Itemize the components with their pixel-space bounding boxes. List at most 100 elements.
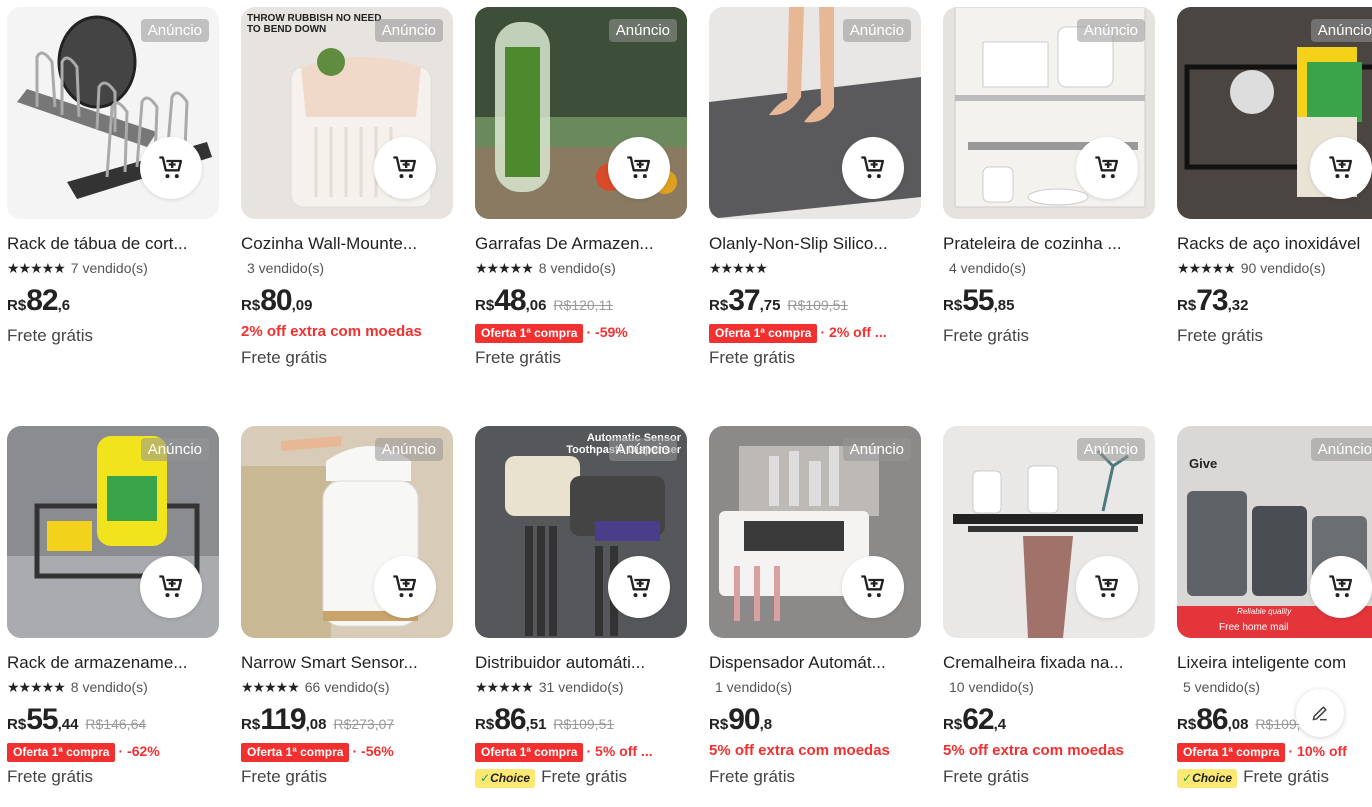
add-to-cart-button[interactable]: [1310, 137, 1372, 199]
price: R$48,06 R$120,11: [475, 284, 687, 317]
product-image[interactable]: THROW RUBBISH NO NEED TO BEND DOWN Anúnc…: [241, 7, 453, 219]
price-decimal: ,8: [759, 716, 773, 733]
free-shipping: Frete grátis: [709, 348, 795, 367]
add-to-cart-icon: [627, 156, 651, 179]
first-purchase-offer: Oferta 1ª compra · -59%: [475, 322, 687, 343]
product-card[interactable]: Anúncio Racks de aço inoxidável ★★★★★ 90 …: [1177, 7, 1372, 346]
discount-value: 5% off ...: [595, 743, 653, 759]
add-to-cart-button[interactable]: [374, 137, 436, 199]
product-title[interactable]: Garrafas De Armazen...: [475, 233, 685, 255]
free-shipping: Frete grátis: [241, 767, 327, 786]
rating-stars: ★★★★★: [475, 260, 534, 276]
product-card[interactable]: Anúncio Olanly-Non-Slip Silico... ★★★★★ …: [709, 7, 921, 368]
product-image[interactable]: Anúncio: [1177, 7, 1372, 219]
currency: R$: [241, 297, 261, 314]
add-to-cart-button[interactable]: [608, 556, 670, 618]
add-to-cart-icon: [393, 575, 417, 598]
price-decimal: ,4: [993, 716, 1007, 733]
add-to-cart-button[interactable]: [1310, 556, 1372, 618]
product-image[interactable]: Anúncio: [7, 7, 219, 219]
rating-sold: 10 vendido(s): [943, 678, 1155, 696]
add-to-cart-button[interactable]: [1076, 137, 1138, 199]
product-card[interactable]: Anúncio Dispensador Automát... 1 vendido…: [709, 426, 921, 787]
discount-value: 10% off: [1297, 743, 1347, 759]
product-title[interactable]: Prateleira de cozinha ...: [943, 233, 1153, 255]
first-purchase-tag: Oferta 1ª compra: [1177, 743, 1286, 762]
rating-stars: ★★★★★: [7, 679, 66, 695]
rating-sold: ★★★★★ 90 vendido(s): [1177, 259, 1372, 277]
product-image[interactable]: Anúncio: [7, 426, 219, 638]
rating-stars: ★★★★★: [709, 260, 768, 276]
currency: R$: [475, 297, 495, 314]
product-card[interactable]: Anúncio Prateleira de cozinha ... 4 vend…: [943, 7, 1155, 346]
product-title[interactable]: Racks de aço inoxidável: [1177, 233, 1372, 255]
product-title[interactable]: Lixeira inteligente com: [1177, 652, 1372, 674]
ad-badge: Anúncio: [374, 438, 443, 461]
product-card[interactable]: Anúncio Rack de tábua de cort... ★★★★★ 7 …: [7, 7, 219, 346]
first-purchase-discount: · 2% off ...: [820, 324, 887, 340]
product-title[interactable]: Olanly-Non-Slip Silico...: [709, 233, 919, 255]
ad-badge: Anúncio: [1310, 438, 1372, 461]
discount-value: -59%: [595, 324, 628, 340]
sold-count: 66 vendido(s): [304, 679, 390, 695]
edit-button[interactable]: [1296, 689, 1344, 737]
sold-count: 4 vendido(s): [949, 260, 1027, 276]
first-purchase-offer: Oferta 1ª compra · -62%: [7, 741, 219, 762]
choice-label: Choice: [490, 771, 531, 785]
choice-badge: ✓Choice: [475, 769, 536, 788]
sold-count: 5 vendido(s): [1183, 679, 1261, 695]
free-shipping: Frete grátis: [241, 348, 327, 367]
price: R$82,6: [7, 284, 219, 317]
original-price: R$146,64: [85, 716, 147, 732]
sold-count: 7 vendido(s): [70, 260, 148, 276]
product-image[interactable]: Anúncio: [475, 7, 687, 219]
product-card[interactable]: Automatic Sensor Toothpaste Dispenser An…: [475, 426, 687, 788]
product-title[interactable]: Distribuidor automáti...: [475, 652, 685, 674]
product-title[interactable]: Cozinha Wall-Mounte...: [241, 233, 451, 255]
price-integer: 62: [962, 703, 994, 736]
choice-badge: ✓Choice: [1177, 769, 1238, 788]
product-card[interactable]: Anúncio Narrow Smart Sensor... ★★★★★ 66 v…: [241, 426, 453, 787]
product-title[interactable]: Narrow Smart Sensor...: [241, 652, 451, 674]
first-purchase-discount: · -62%: [118, 743, 160, 759]
add-to-cart-button[interactable]: [842, 556, 904, 618]
first-purchase-tag: Oferta 1ª compra: [709, 324, 818, 343]
product-card[interactable]: Anúncio Cremalheira fixada na... 10 vend…: [943, 426, 1155, 787]
add-to-cart-button[interactable]: [140, 556, 202, 618]
price-integer: 82: [26, 284, 58, 317]
sold-count: 8 vendido(s): [538, 260, 616, 276]
sold-count: 1 vendido(s): [715, 679, 793, 695]
product-title[interactable]: Dispensador Automát...: [709, 652, 919, 674]
add-to-cart-button[interactable]: [140, 137, 202, 199]
add-to-cart-button[interactable]: [608, 137, 670, 199]
add-to-cart-button[interactable]: [842, 137, 904, 199]
price-decimal: ,08: [1227, 716, 1249, 733]
product-image[interactable]: Anúncio: [943, 7, 1155, 219]
product-title[interactable]: Rack de armazename...: [7, 652, 217, 674]
price: R$62,4: [943, 703, 1155, 736]
product-card[interactable]: THROW RUBBISH NO NEED TO BEND DOWN Anúnc…: [241, 7, 453, 368]
add-to-cart-button[interactable]: [1076, 556, 1138, 618]
product-image[interactable]: Automatic Sensor Toothpaste Dispenser An…: [475, 426, 687, 638]
product-image[interactable]: Anúncio: [241, 426, 453, 638]
product-card[interactable]: Give Reliable quality Free home mail Anú…: [1177, 426, 1372, 788]
product-title[interactable]: Cremalheira fixada na...: [943, 652, 1153, 674]
product-image[interactable]: Anúncio: [943, 426, 1155, 638]
first-purchase-discount: · 5% off ...: [586, 743, 653, 759]
product-image[interactable]: Anúncio: [709, 426, 921, 638]
product-image-text: Give: [1189, 456, 1218, 471]
first-purchase-offer: Oferta 1ª compra · -56%: [241, 741, 453, 762]
product-image[interactable]: Anúncio: [709, 7, 921, 219]
first-purchase-offer: Oferta 1ª compra · 10% off: [1177, 741, 1372, 762]
add-to-cart-button[interactable]: [374, 556, 436, 618]
discount-value: -56%: [361, 743, 394, 759]
rating-sold: 1 vendido(s): [709, 678, 921, 696]
first-purchase-offer: Oferta 1ª compra · 5% off ...: [475, 741, 687, 762]
product-image[interactable]: Give Reliable quality Free home mail Anú…: [1177, 426, 1372, 638]
product-card[interactable]: Anúncio Garrafas De Armazen... ★★★★★ 8 ve…: [475, 7, 687, 368]
product-card[interactable]: Anúncio Rack de armazename... ★★★★★ 8 ven…: [7, 426, 219, 787]
currency: R$: [709, 297, 729, 314]
free-shipping: Frete grátis: [475, 348, 561, 367]
product-title[interactable]: Rack de tábua de cort...: [7, 233, 217, 255]
free-shipping: Frete grátis: [1177, 326, 1263, 345]
